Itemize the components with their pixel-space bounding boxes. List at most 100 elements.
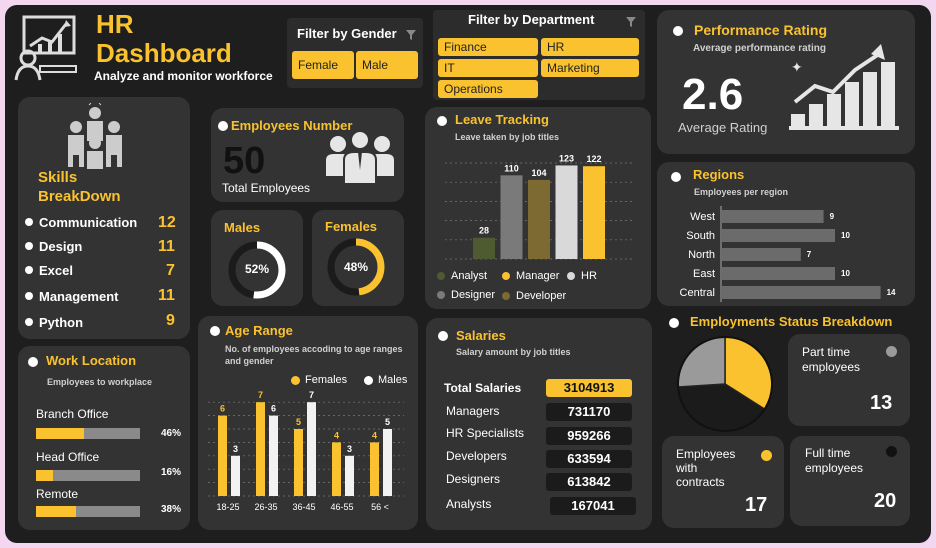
females-percent: 48% [343,260,369,274]
part-time-label: Part time employees [802,345,861,374]
performance-card: Performance Rating Average performance r… [657,10,915,154]
males-percent: 52% [244,262,270,276]
status-dot-icon [886,346,897,357]
leave-bar-label: 110 [504,163,519,173]
performance-label: Average Rating [678,120,768,135]
skill-label: Communication [39,215,138,230]
legend-swatch [502,272,510,280]
regions-subtitle: Employees per region [694,187,789,197]
age-category-label: 26-35 [254,502,277,512]
status-dot-icon [886,446,897,457]
bullet-icon [28,357,38,367]
legend-swatch [437,291,445,299]
age-bar-label: 5 [296,417,301,427]
clear-filter-icon[interactable] [625,15,637,27]
salary-value: 731170 [546,403,632,421]
employees-label: Total Employees [222,181,311,195]
salary-label: Analysts [446,497,492,511]
total-salaries-value: 3104913 [546,379,632,397]
dashboard-title-line1: HR [96,9,134,39]
leave-legend: Analyst Manager HR Designer Developer [436,270,646,306]
location-bar-fill [36,506,76,517]
team-leader-icon [64,101,126,169]
leave-bar [528,179,550,259]
region-label: North [688,249,715,261]
employees-card: Employees Number 50 Total Employees [211,108,404,202]
region-bar [721,267,835,280]
salary-label: Designers [446,472,501,486]
age-bar [256,402,265,496]
age-bar [307,402,316,496]
skill-label: Excel [39,263,73,278]
region-value: 7 [807,250,812,259]
age-bar-label: 6 [220,404,225,414]
salary-label: Managers [446,404,500,418]
age-range-card: Age Range No. of employees accoding to a… [198,316,418,530]
legend-swatch [364,376,373,385]
legend-label: Analyst [451,270,488,282]
location-label: Head Office [36,450,100,464]
age-bar-label: 5 [385,417,390,427]
location-bar-fill [36,470,53,481]
clear-filter-icon[interactable] [405,28,417,40]
age-range-title: Age Range [225,323,293,338]
age-bar-label: 4 [372,430,377,440]
age-category-label: 56 < [371,502,389,512]
age-bar-label: 7 [309,390,314,400]
regions-title: Regions [693,167,745,182]
department-option-operations[interactable]: Operations [438,80,538,98]
department-option-finance[interactable]: Finance [438,38,538,56]
location-bar-track [36,428,140,439]
gender-option-male[interactable]: Male [356,51,418,79]
dashboard-title-line2: Dashboard [96,38,232,68]
bullet-icon [210,326,220,336]
employment-pie-chart [677,336,773,432]
salary-value: 613842 [546,473,632,491]
age-bar-label: 3 [347,444,352,454]
people-group-icon [324,130,396,186]
bullet-icon [25,292,33,300]
region-label: West [690,211,715,223]
legend-swatch [567,272,575,280]
skills-title-line2: BreakDown [38,188,121,205]
age-bar [218,415,227,496]
age-bar [332,442,341,496]
department-option-hr[interactable]: HR [541,38,639,56]
department-option-it[interactable]: IT [438,59,538,77]
salary-value: 959266 [546,427,632,445]
performance-title: Performance Rating [694,22,828,38]
females-title: Females [325,219,378,234]
contracts-value: 17 [745,494,768,516]
males-card: Males 52% [211,210,303,306]
employment-status-title: Employments Status Breakdown [690,314,893,329]
legend-label: HR [581,270,597,282]
growth-chart-icon: ✦ [785,42,903,132]
location-label: Remote [36,487,79,501]
skill-value: 11 [158,287,175,304]
bullet-icon [218,121,228,131]
location-value: 16% [161,467,182,478]
region-bar [721,248,801,261]
department-option-marketing[interactable]: Marketing [541,59,639,77]
part-time-card: Part time employees 13 [788,334,910,426]
full-time-label: Full time employees [805,446,864,475]
leave-chart: 28 110 104 123 122 [445,153,635,260]
location-value: 46% [161,428,182,439]
region-label: East [693,268,715,280]
leave-bar [473,237,495,259]
region-value: 14 [887,288,896,297]
gender-option-female[interactable]: Female [292,51,354,79]
salary-value: 167041 [550,497,636,515]
bullet-icon [25,242,33,250]
age-bar-label: 7 [258,390,263,400]
age-bar-label: 6 [271,404,276,414]
region-bar [721,210,824,223]
skill-value: 12 [158,214,176,231]
svg-text:✦: ✦ [791,60,803,76]
age-range-subtitle: No. of employees accoding to age ranges … [225,344,403,366]
females-card: Females 48% [312,210,404,306]
contracts-label: Employees with contracts [676,447,736,489]
skill-value: 7 [166,262,175,279]
leave-card: Leave Tracking Leave taken by job titles… [425,107,651,309]
salaries-subtitle: Salary amount by job titles [456,347,571,357]
